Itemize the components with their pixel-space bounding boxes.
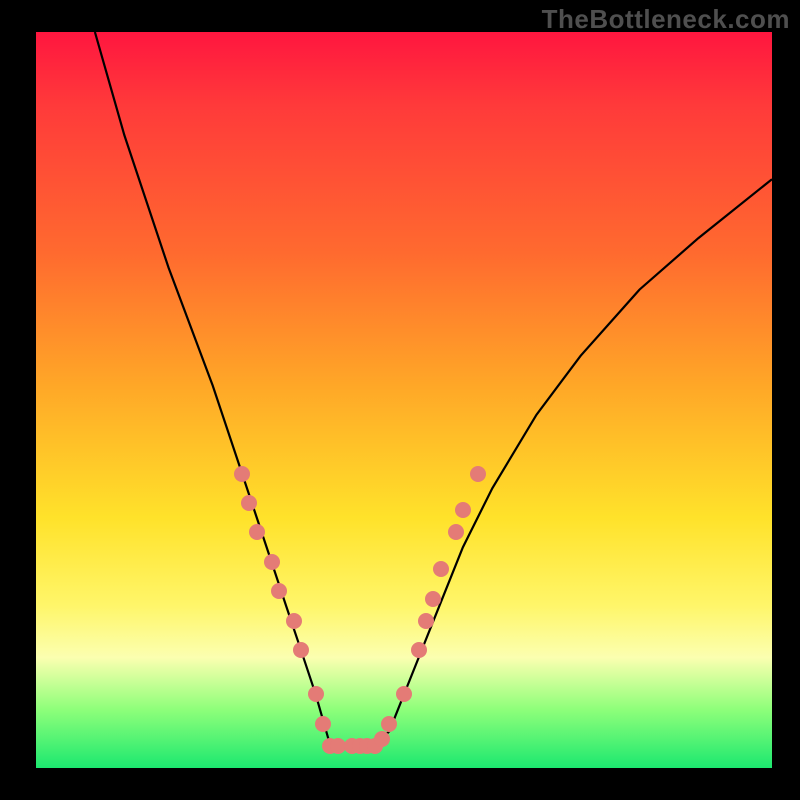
highlight-dot — [448, 524, 464, 540]
highlight-dot — [418, 613, 434, 629]
highlight-dot — [264, 554, 280, 570]
highlight-dot — [286, 613, 302, 629]
highlight-dot — [433, 561, 449, 577]
highlight-dot — [374, 731, 390, 747]
highlight-dot — [411, 642, 427, 658]
chart-frame: TheBottleneck.com — [0, 0, 800, 800]
watermark-text: TheBottleneck.com — [542, 4, 790, 35]
highlight-dot — [330, 738, 346, 754]
highlight-dot — [234, 466, 250, 482]
highlight-dot — [470, 466, 486, 482]
highlight-dot — [308, 686, 324, 702]
bottleneck-curve — [36, 32, 772, 768]
highlight-dot — [315, 716, 331, 732]
plot-area — [36, 32, 772, 768]
highlight-dot — [381, 716, 397, 732]
